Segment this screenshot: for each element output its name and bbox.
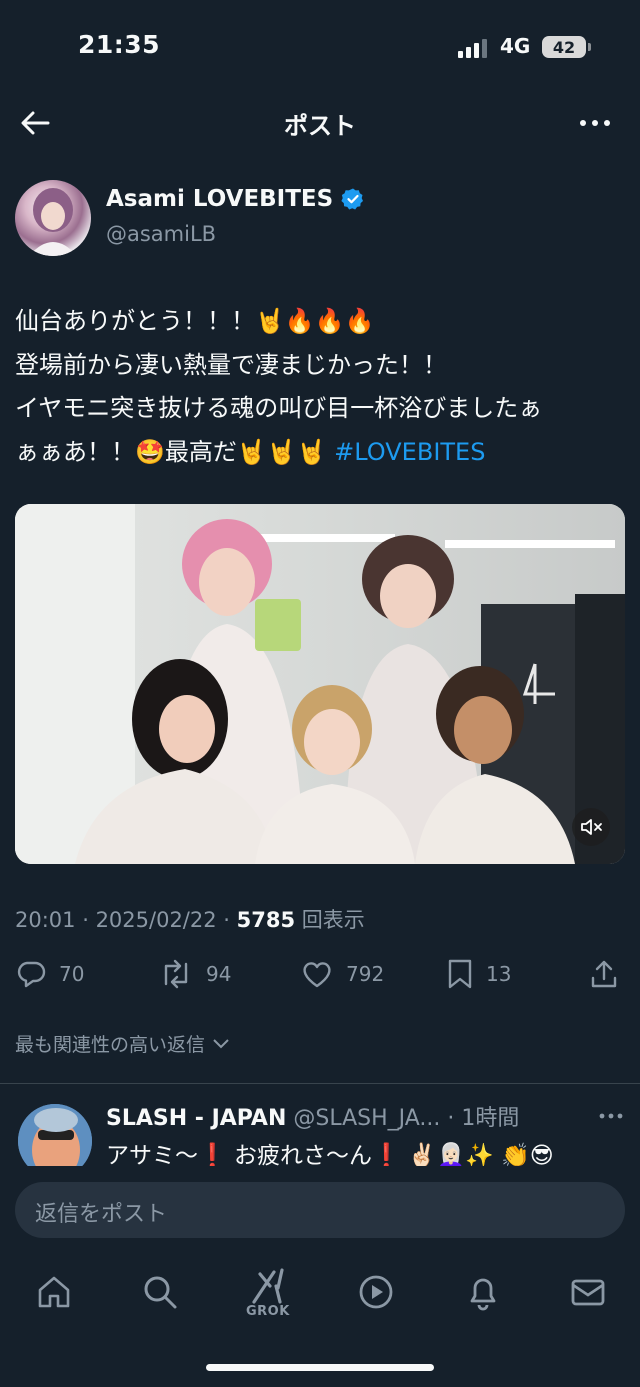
author-handle[interactable]: @asamiLB	[106, 222, 216, 246]
reply-time: 1時間	[461, 1106, 520, 1131]
like-count: 792	[346, 962, 385, 986]
reply-icon	[17, 961, 46, 988]
post-text: 仙台ありがとう！！！🤘🔥🔥🔥 登場前から凄い熱量で凄まじかった！！ イヤモニ突き…	[15, 300, 625, 474]
home-indicator	[206, 1364, 434, 1371]
signal-icon	[458, 38, 487, 58]
reply-author-name[interactable]: SLASH - JAPAN	[106, 1106, 286, 1131]
repost-icon	[164, 959, 188, 989]
post-line-last: ぁぁあ！！🤩最高だ🤘🤘🤘 #LOVEBITES	[15, 431, 625, 475]
post-line: 仙台ありがとう！！！🤘🔥🔥🔥	[15, 307, 375, 335]
author-avatar[interactable]	[15, 180, 91, 256]
chevron-down-icon	[213, 1038, 229, 1048]
battery-icon: 42	[542, 36, 591, 58]
post-time: 20:01	[15, 908, 76, 932]
reply-sort-label: 最も関連性の高い返信	[15, 1034, 206, 1056]
repost-count: 94	[206, 962, 232, 986]
view-label: 回表示	[301, 908, 365, 932]
post-meta: 20:01 · 2025/02/22 · 5785 回表示	[15, 908, 365, 932]
like-button[interactable]: 792	[300, 958, 384, 990]
view-count: 5785	[236, 908, 296, 932]
author-name[interactable]: Asami LOVEBITES	[106, 186, 365, 212]
reply-compose-placeholder: 返信をポスト	[35, 1202, 168, 1227]
post-line-text: ぁぁあ！！🤩最高だ🤘🤘🤘	[15, 437, 335, 466]
reply-count: 70	[59, 962, 85, 986]
share-icon	[591, 960, 617, 988]
notifications-bell-icon[interactable]	[463, 1272, 503, 1312]
share-button[interactable]	[588, 958, 620, 990]
status-time: 21:35	[78, 30, 161, 59]
post-line: 登場前から凄い熱量で凄まじかった！！	[15, 350, 447, 379]
reply-header: SLASH - JAPAN @SLASH_JA... · 1時間	[106, 1100, 519, 1132]
messages-envelope-icon[interactable]	[568, 1272, 608, 1312]
reply-separator: ·	[440, 1106, 462, 1131]
bookmark-button[interactable]: 13	[446, 958, 511, 990]
network-label: 4G	[500, 34, 531, 58]
search-icon[interactable]	[140, 1272, 180, 1312]
reply-sort-dropdown[interactable]: 最も関連性の高い返信	[15, 1030, 231, 1057]
post-line: イヤモニ突き抜ける魂の叫び目一杯浴びましたぁ	[15, 394, 543, 422]
grok-label: GROK	[246, 1304, 290, 1319]
speaker-muted-icon	[581, 819, 602, 835]
reply-author-handle[interactable]: @SLASH_JA...	[293, 1106, 440, 1131]
more-options-icon[interactable]	[578, 106, 612, 140]
video-play-icon[interactable]	[356, 1272, 396, 1312]
bookmark-count: 13	[486, 962, 512, 986]
post-date: 2025/02/22	[95, 908, 217, 932]
reply-more-icon[interactable]	[596, 1104, 626, 1128]
post-video[interactable]	[15, 504, 625, 864]
verified-badge-icon	[341, 188, 364, 210]
heart-icon	[303, 962, 331, 988]
reply-button[interactable]: 70	[15, 958, 84, 990]
home-icon[interactable]	[34, 1272, 74, 1312]
reply-text: アサミ〜❗️ お疲れさ〜ん❗️ ✌🏻👩🏻‍🦳✨ 👏😎	[106, 1143, 554, 1169]
battery-level: 42	[552, 37, 576, 57]
bookmark-icon	[448, 959, 472, 989]
mute-toggle-button[interactable]	[572, 808, 610, 846]
author-name-text: Asami LOVEBITES	[106, 186, 334, 212]
repost-button[interactable]: 94	[158, 958, 231, 990]
divider	[0, 1083, 640, 1084]
grok-icon[interactable]	[250, 1266, 290, 1306]
hashtag-link[interactable]: #LOVEBITES	[334, 438, 485, 466]
page-title: ポスト	[284, 112, 356, 140]
